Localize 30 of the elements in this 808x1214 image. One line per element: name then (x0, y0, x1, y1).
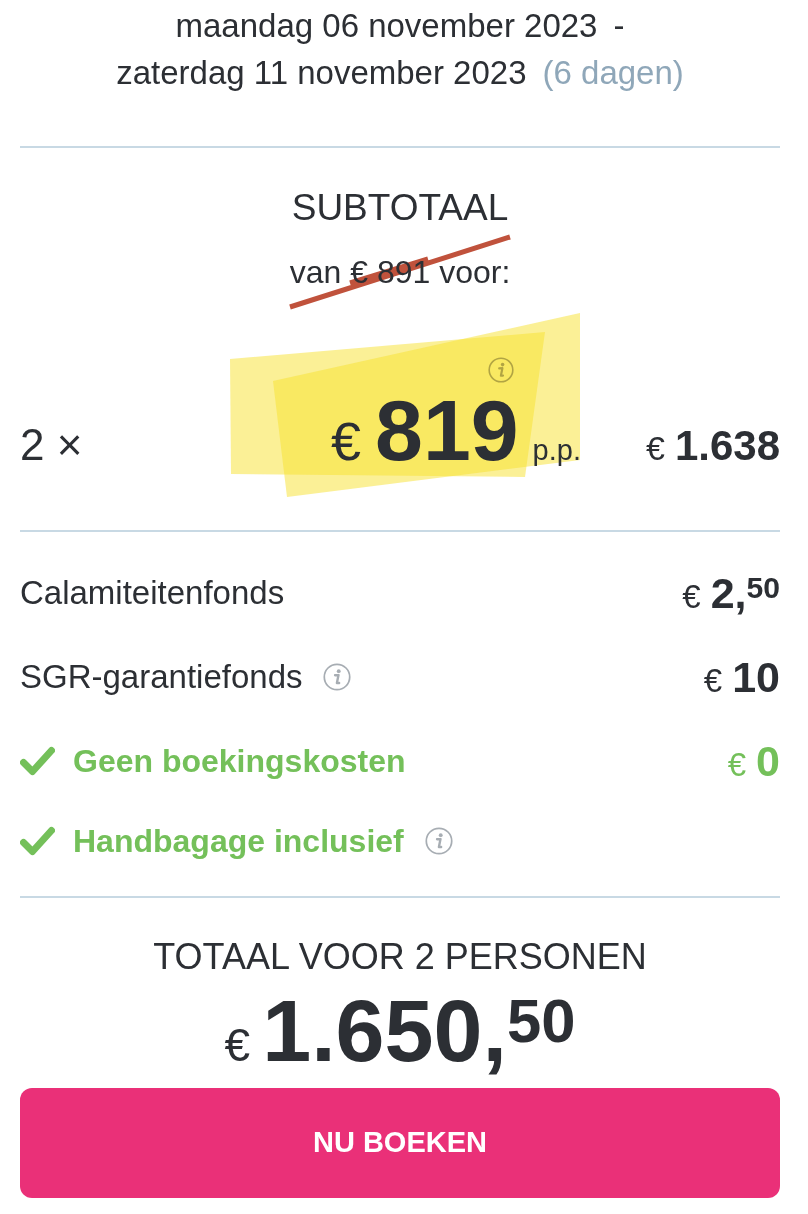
start-date: maandag 06 november 2023 (175, 7, 598, 44)
date-separator: - (613, 7, 625, 44)
book-button[interactable]: NU BOEKEN (20, 1088, 780, 1198)
total-title: TOTAAL VOOR 2 PERSONEN (152, 935, 648, 979)
line-total-amount: 1.638 (674, 422, 780, 469)
included-label: Handbagage inclusief (73, 822, 404, 861)
currency-sign: € (727, 747, 747, 781)
currency-sign: € (682, 579, 701, 613)
fee-label: Calamiteitenfonds (20, 573, 285, 613)
fee-label: SGR-garantiefonds (20, 657, 303, 697)
check-icon (20, 746, 55, 776)
subtotal-title: SUBTOTAAL (290, 186, 510, 230)
info-icon[interactable] (323, 663, 352, 691)
fee-amount: 10 (732, 655, 780, 699)
fee-amount: 2,$^{50}$ (710, 571, 780, 615)
quantity-label: 2 × (20, 423, 84, 467)
currency-sign: € (645, 429, 665, 467)
check-icon (20, 826, 55, 856)
trip-duration: (6 dagen) (542, 54, 684, 91)
info-icon[interactable] (488, 357, 515, 383)
currency-sign: € (331, 411, 362, 471)
currency-sign: € (224, 1019, 251, 1071)
price-amount: 819 (375, 382, 519, 478)
info-icon[interactable] (424, 827, 453, 855)
total-amount: 1.650,$^{50}$ (262, 981, 576, 1080)
fee-amount: 0 (756, 739, 780, 783)
included-label: Geen boekingskosten (73, 742, 406, 781)
end-date: zaterdag 11 november 2023 (116, 54, 527, 91)
per-person-label: p.p. (532, 434, 581, 466)
currency-sign: € (703, 663, 723, 697)
